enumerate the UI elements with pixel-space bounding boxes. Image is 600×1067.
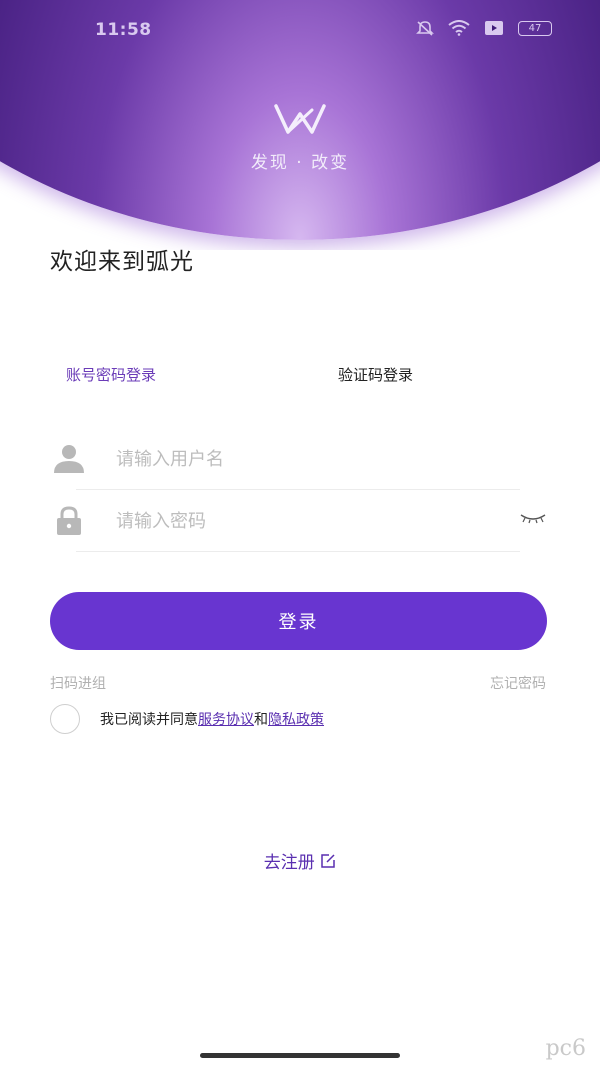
slogan: 发现 · 改变: [250, 153, 350, 173]
tab-account-password-login[interactable]: 账号密码登录: [66, 364, 156, 385]
forgot-password-link[interactable]: 忘记密码: [490, 673, 546, 693]
battery-icon: 47: [518, 20, 552, 36]
username-input[interactable]: [114, 440, 498, 478]
brand-w-logo: [274, 104, 326, 134]
mute-icon: [416, 21, 434, 36]
scan-join-link[interactable]: 扫码进组: [50, 673, 106, 693]
agreement-text: 我已阅读并同意服务协议和隐私政策: [100, 709, 324, 729]
edit-icon: [321, 853, 335, 868]
status-icons: 47: [416, 20, 552, 36]
tab-verification-code-login[interactable]: 验证码登录: [338, 364, 413, 385]
register-link[interactable]: 去注册: [0, 848, 600, 873]
username-divider: [76, 489, 520, 490]
privacy-policy-link[interactable]: 隐私政策: [268, 712, 324, 728]
eye-closed-icon[interactable]: [520, 512, 546, 524]
username-field: [50, 430, 546, 490]
status-bar: 11:58 47: [0, 0, 600, 60]
status-time: 11:58: [95, 20, 152, 40]
login-button[interactable]: 登录: [50, 592, 547, 650]
watermark-logo: pc6: [545, 1036, 586, 1061]
agreement-and: 和: [254, 712, 268, 728]
agreement-row: 我已阅读并同意服务协议和隐私政策: [50, 704, 324, 734]
password-divider: [76, 551, 520, 552]
user-icon: [54, 445, 84, 473]
agreement-checkbox[interactable]: [50, 704, 80, 734]
page-title: 欢迎来到弧光: [50, 249, 194, 275]
agreement-prefix: 我已阅读并同意: [100, 712, 198, 728]
service-agreement-link[interactable]: 服务协议: [198, 712, 254, 728]
lock-icon: [57, 506, 81, 535]
password-input[interactable]: [114, 502, 498, 540]
register-label: 去注册: [263, 853, 315, 873]
password-field: [50, 492, 546, 552]
screen-record-icon: [485, 21, 503, 35]
wifi-icon: [448, 20, 470, 36]
home-indicator[interactable]: [200, 1053, 400, 1058]
battery-level: 47: [528, 22, 542, 34]
header-banner: 11:58 47 发现 · 改变: [0, 0, 600, 250]
